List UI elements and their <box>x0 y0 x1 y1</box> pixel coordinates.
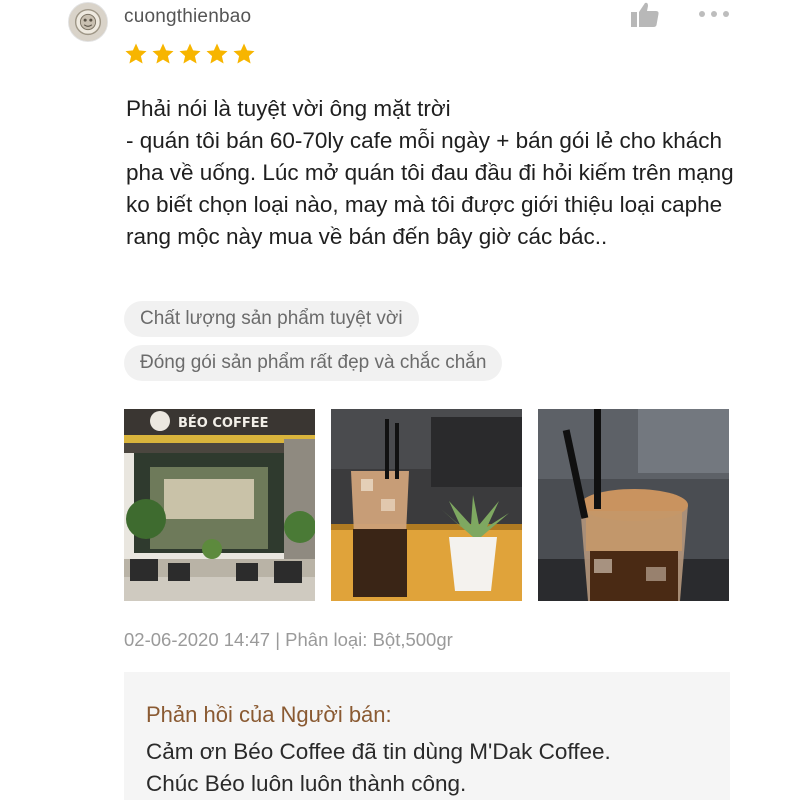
star-icon <box>206 43 228 64</box>
avatar[interactable] <box>68 2 108 42</box>
star-icon <box>152 43 174 64</box>
iced-coffee-foam-photo[interactable] <box>538 409 729 601</box>
thumbs-up-icon[interactable] <box>628 0 662 30</box>
star-rating <box>124 42 256 66</box>
iced-coffee-photo[interactable] <box>331 409 522 601</box>
star-icon <box>125 43 147 64</box>
seller-reply: Phản hồi của Người bán: Cảm ơn Béo Coffe… <box>124 672 730 800</box>
star-icon <box>233 43 255 64</box>
seller-reply-title: Phản hồi của Người bán: <box>146 702 392 727</box>
review-tag[interactable]: Chất lượng sản phẩm tuyệt vời <box>124 301 419 337</box>
seller-reply-text: Cảm ơn Béo Coffee đã tin dùng M'Dak Coff… <box>146 739 611 796</box>
store-sign-text: BÉO COFFEE <box>178 415 268 431</box>
more-options-icon[interactable] <box>696 4 732 24</box>
storefront-photo[interactable]: BÉO COFFEE <box>124 409 315 601</box>
username[interactable]: cuongthienbao <box>124 6 251 28</box>
review-tag[interactable]: Đóng gói sản phẩm rất đẹp và chắc chắn <box>124 345 503 381</box>
review-meta: 02-06-2020 14:47 | Phân loại: Bột,500gr <box>124 629 453 650</box>
star-icon <box>179 43 201 64</box>
review-text: Phải nói là tuyệt vời ông mặt trời - quá… <box>126 96 734 249</box>
